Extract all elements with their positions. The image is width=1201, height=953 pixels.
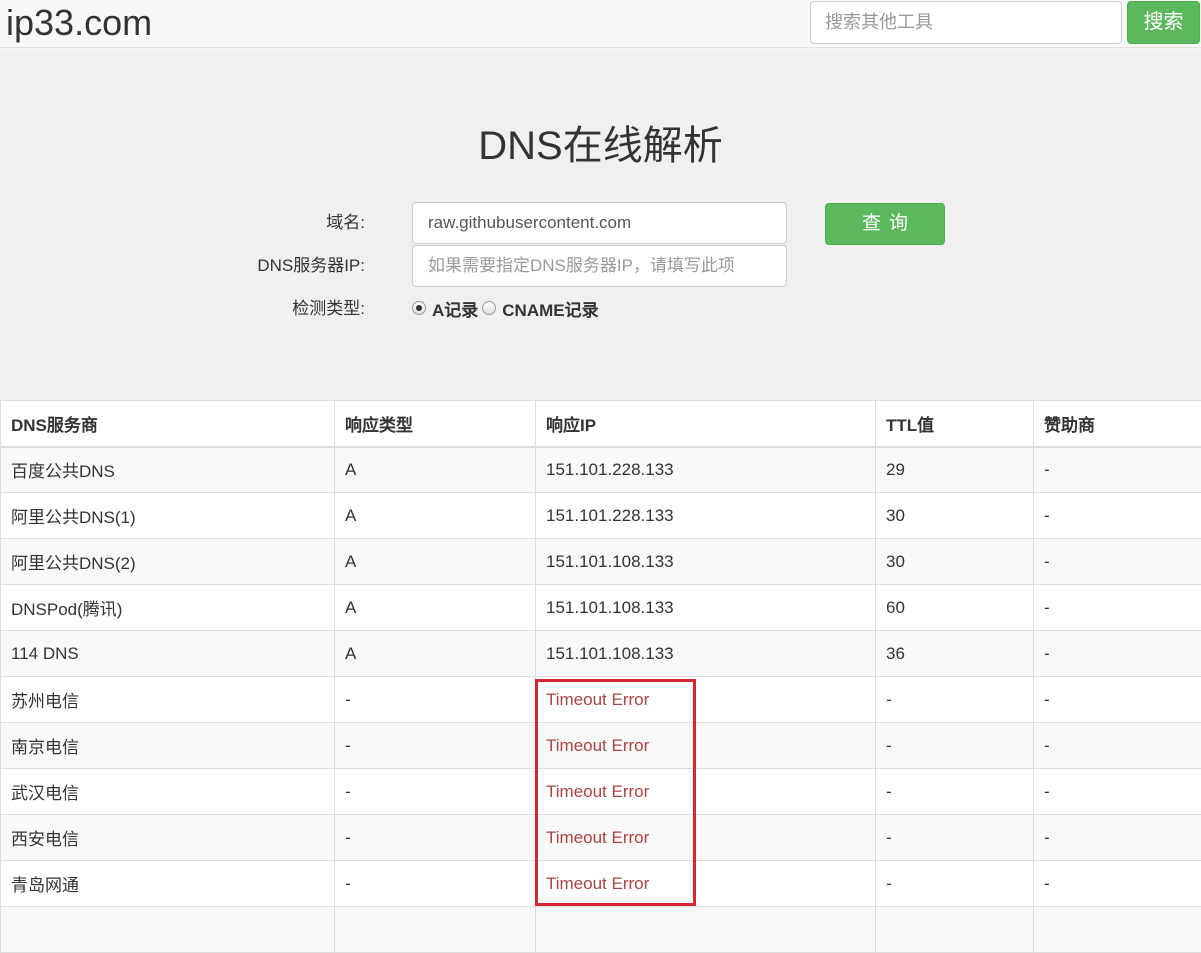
cell-sponsor: - — [1034, 815, 1201, 861]
table-row: 114 DNS A 151.101.108.133 36 - — [1, 631, 1201, 677]
cell-type: A — [335, 585, 536, 631]
cell-sponsor — [1034, 907, 1201, 953]
cell-provider: DNSPod(腾讯) — [1, 585, 335, 631]
radio-cname-record[interactable] — [482, 301, 496, 315]
domain-input[interactable] — [412, 202, 787, 244]
cell-ip-error: Timeout Error — [536, 723, 876, 769]
cell-provider: 114 DNS — [1, 631, 335, 677]
cell-provider: 武汉电信 — [1, 769, 335, 815]
column-header-sponsor: 赞助商 — [1034, 401, 1201, 447]
domain-label: 域名: — [326, 202, 365, 244]
column-header-ttl: TTL值 — [876, 401, 1034, 447]
radio-a-record-label[interactable]: A记录 — [432, 296, 478, 321]
cell-ttl: - — [876, 723, 1034, 769]
cell-type — [335, 907, 536, 953]
dns-results-table: DNS服务商 响应类型 响应IP TTL值 赞助商 百度公共DNS A 151.… — [0, 400, 1201, 953]
cell-ttl: - — [876, 677, 1034, 723]
cell-type: - — [335, 815, 536, 861]
cell-type: A — [335, 447, 536, 493]
table-row — [1, 907, 1201, 953]
cell-type: - — [335, 861, 536, 907]
record-type-group: A记录 CNAME记录 — [412, 296, 603, 320]
table-row: 百度公共DNS A 151.101.228.133 29 - — [1, 447, 1201, 493]
cell-type: A — [335, 493, 536, 539]
cell-ip: 151.101.228.133 — [536, 447, 876, 493]
table-row: 阿里公共DNS(1) A 151.101.228.133 30 - — [1, 493, 1201, 539]
column-header-type: 响应类型 — [335, 401, 536, 447]
table-row: 青岛网通 - Timeout Error - - — [1, 861, 1201, 907]
cell-ttl: 30 — [876, 493, 1034, 539]
cell-ttl: - — [876, 815, 1034, 861]
cell-provider: 南京电信 — [1, 723, 335, 769]
cell-sponsor: - — [1034, 723, 1201, 769]
top-navbar: ip33.com 搜索 — [0, 0, 1201, 48]
cell-ttl: - — [876, 769, 1034, 815]
cell-ttl — [876, 907, 1034, 953]
table-header-row: DNS服务商 响应类型 响应IP TTL值 赞助商 — [1, 401, 1201, 447]
cell-provider: 苏州电信 — [1, 677, 335, 723]
cell-type: A — [335, 631, 536, 677]
table-row: 武汉电信 - Timeout Error - - — [1, 769, 1201, 815]
cell-sponsor: - — [1034, 493, 1201, 539]
site-logo[interactable]: ip33.com — [6, 2, 152, 44]
cell-ip: 151.101.108.133 — [536, 539, 876, 585]
cell-type: - — [335, 723, 536, 769]
cell-ip: 151.101.108.133 — [536, 585, 876, 631]
query-button[interactable]: 查询 — [825, 203, 945, 245]
cell-provider — [1, 907, 335, 953]
cell-ttl: 30 — [876, 539, 1034, 585]
tool-search-button[interactable]: 搜索 — [1127, 1, 1200, 44]
cell-provider: 阿里公共DNS(1) — [1, 493, 335, 539]
cell-type: A — [335, 539, 536, 585]
cell-provider: 青岛网通 — [1, 861, 335, 907]
dns-server-label: DNS服务器IP: — [257, 245, 365, 287]
cell-sponsor: - — [1034, 631, 1201, 677]
cell-provider: 百度公共DNS — [1, 447, 335, 493]
cell-ttl: 36 — [876, 631, 1034, 677]
table-row: 南京电信 - Timeout Error - - — [1, 723, 1201, 769]
cell-ip-error: Timeout Error — [536, 861, 876, 907]
type-label: 检测类型: — [292, 288, 365, 330]
cell-ip — [536, 907, 876, 953]
tool-search-input[interactable] — [810, 1, 1122, 44]
cell-ip: 151.101.108.133 — [536, 631, 876, 677]
radio-a-record[interactable] — [412, 301, 426, 315]
cell-ttl: 29 — [876, 447, 1034, 493]
dns-server-input[interactable] — [412, 245, 787, 287]
radio-cname-record-label[interactable]: CNAME记录 — [502, 296, 598, 321]
cell-ttl: 60 — [876, 585, 1034, 631]
table-row: 苏州电信 - Timeout Error - - — [1, 677, 1201, 723]
cell-type: - — [335, 769, 536, 815]
table-row: 西安电信 - Timeout Error - - — [1, 815, 1201, 861]
cell-sponsor: - — [1034, 769, 1201, 815]
cell-ip-error: Timeout Error — [536, 815, 876, 861]
cell-ip: 151.101.228.133 — [536, 493, 876, 539]
cell-sponsor: - — [1034, 539, 1201, 585]
cell-sponsor: - — [1034, 447, 1201, 493]
cell-provider: 阿里公共DNS(2) — [1, 539, 335, 585]
cell-provider: 西安电信 — [1, 815, 335, 861]
cell-sponsor: - — [1034, 677, 1201, 723]
cell-sponsor: - — [1034, 861, 1201, 907]
cell-ip-error: Timeout Error — [536, 769, 876, 815]
column-header-ip: 响应IP — [536, 401, 876, 447]
cell-ip-error: Timeout Error — [536, 677, 876, 723]
cell-ttl: - — [876, 861, 1034, 907]
table-row: 阿里公共DNS(2) A 151.101.108.133 30 - — [1, 539, 1201, 585]
cell-sponsor: - — [1034, 585, 1201, 631]
column-header-provider: DNS服务商 — [1, 401, 335, 447]
page-title: DNS在线解析 — [0, 118, 1201, 174]
table-row: DNSPod(腾讯) A 151.101.108.133 60 - — [1, 585, 1201, 631]
cell-type: - — [335, 677, 536, 723]
